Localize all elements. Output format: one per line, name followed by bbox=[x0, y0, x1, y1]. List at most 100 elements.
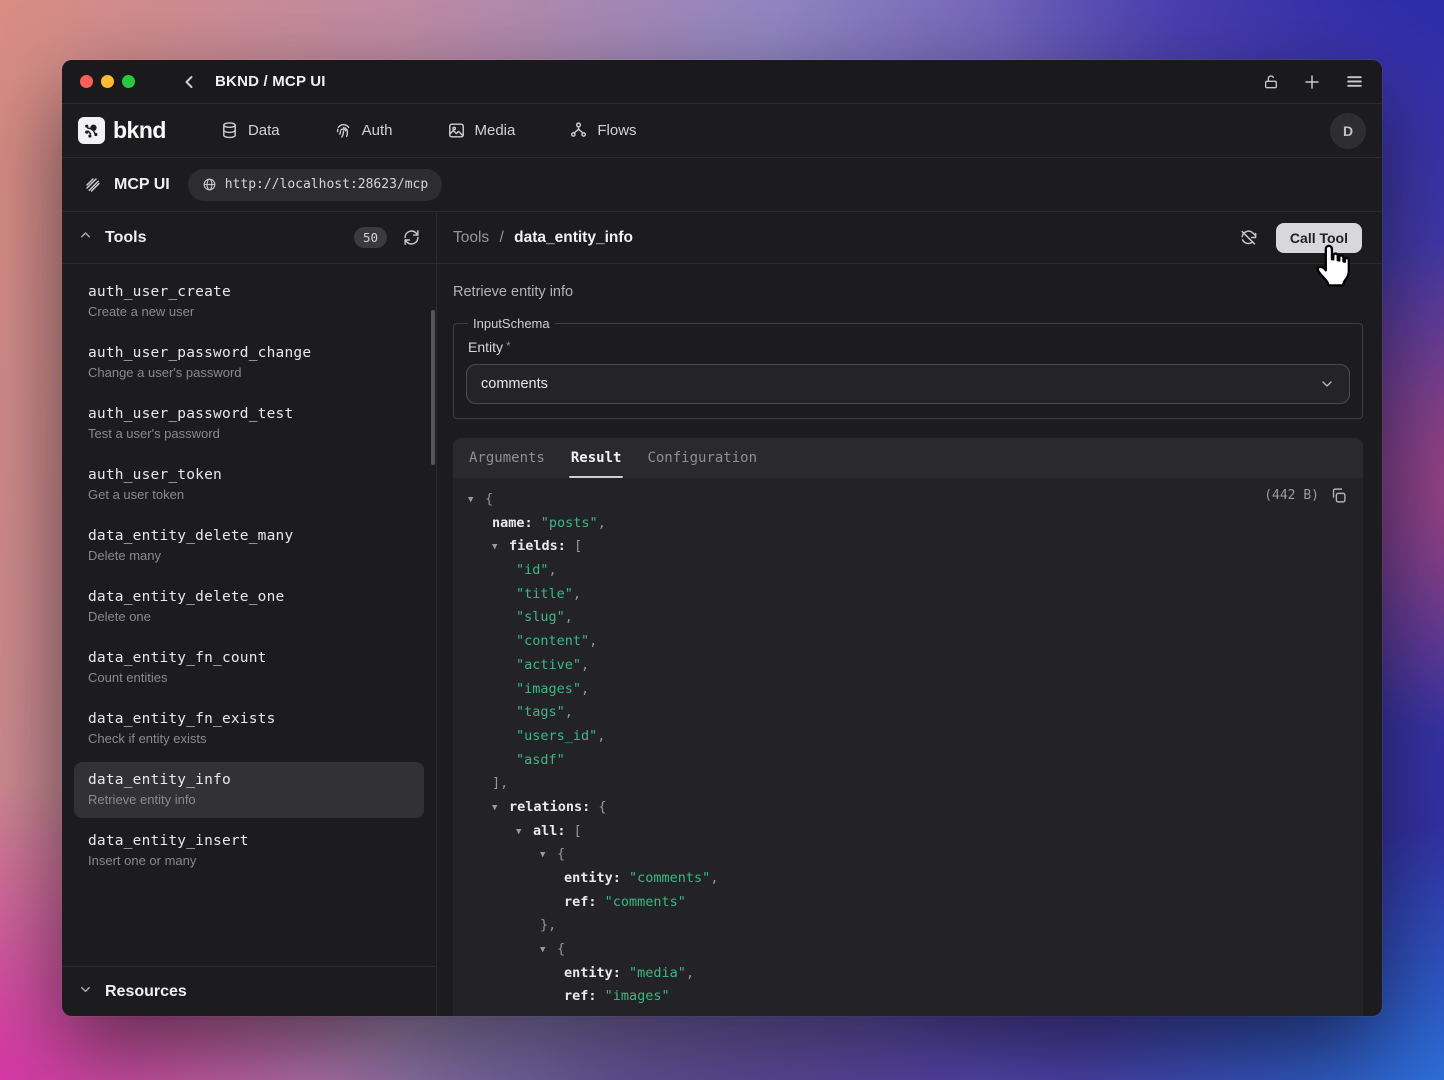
input-schema-fieldset: InputSchema Entity* comments bbox=[453, 316, 1363, 419]
tool-name: data_entity_delete_one bbox=[88, 589, 410, 605]
tool-name: data_entity_fn_exists bbox=[88, 711, 410, 727]
tool-name: auth_user_token bbox=[88, 467, 410, 483]
sidebar-scrollbar[interactable] bbox=[431, 310, 435, 465]
back-button[interactable] bbox=[179, 72, 199, 92]
sidebar-tool-item-auth_user_password_change[interactable]: auth_user_password_changeChange a user's… bbox=[74, 335, 424, 391]
collapse-toggle-icon[interactable]: ▼ bbox=[492, 536, 509, 560]
sidebar-tool-item-auth_user_create[interactable]: auth_user_create Create a new user bbox=[74, 274, 424, 330]
sidebar-tool-item-data_entity_info[interactable]: data_entity_info Retrieve entity info bbox=[74, 762, 424, 818]
tool-description: Insert one or many bbox=[88, 853, 410, 868]
tool-name: auth_user_password_change bbox=[88, 345, 410, 361]
flow-icon bbox=[569, 121, 588, 140]
json-line: ▼{ bbox=[453, 488, 1363, 512]
json-line: ▼fields: [ bbox=[453, 535, 1363, 559]
sidebar-tool-item-auth_user_token[interactable]: auth_user_token Get a user token bbox=[74, 457, 424, 513]
collapse-toggle-icon[interactable]: ▼ bbox=[540, 939, 557, 963]
image-icon bbox=[447, 121, 466, 140]
traffic-lights bbox=[80, 75, 135, 88]
tab-strip: ArgumentsResultConfiguration bbox=[453, 438, 1363, 478]
title-bar: BKND / MCP UI bbox=[62, 60, 1382, 104]
tool-name: auth_user_password_test bbox=[88, 406, 410, 422]
nav-item-data[interactable]: Data bbox=[220, 121, 280, 140]
tool-name: data_entity_delete_many bbox=[88, 528, 410, 544]
tool-description: Delete many bbox=[88, 548, 410, 563]
refresh-tools-icon[interactable] bbox=[403, 229, 420, 246]
minimize-window-button[interactable] bbox=[101, 75, 114, 88]
json-line: "content", bbox=[453, 630, 1363, 654]
tool-name: data_entity_info bbox=[88, 772, 410, 788]
mcp-url-pill[interactable]: http://localhost:28623/mcp bbox=[188, 169, 443, 201]
entity-select-value: comments bbox=[481, 376, 548, 392]
call-tool-button[interactable]: Call Tool bbox=[1276, 223, 1362, 253]
nav-item-auth[interactable]: Auth bbox=[334, 121, 393, 140]
tool-name: auth_user_create bbox=[88, 284, 410, 300]
collapse-toggle-icon[interactable]: ▼ bbox=[492, 797, 509, 821]
collapse-toggle-icon[interactable]: ▼ bbox=[516, 821, 533, 845]
collapse-toggle-icon[interactable]: ▼ bbox=[540, 844, 557, 868]
chevron-down-icon bbox=[78, 982, 93, 1002]
collapse-toggle-icon[interactable]: ▼ bbox=[468, 489, 485, 513]
tool-description: Retrieve entity info bbox=[88, 792, 410, 807]
copy-icon[interactable] bbox=[1330, 487, 1347, 504]
fingerprint-icon bbox=[334, 121, 353, 140]
json-line: "id", bbox=[453, 559, 1363, 583]
tools-count-badge: 50 bbox=[354, 227, 387, 248]
entity-select[interactable]: comments bbox=[466, 364, 1350, 404]
json-line: ▼{ bbox=[453, 843, 1363, 867]
desktop-background: { "colors": { "string_green": "#3bb981",… bbox=[0, 0, 1444, 1080]
menu-hamburger-icon[interactable] bbox=[1345, 72, 1364, 91]
result-size-label: (442 B) bbox=[1264, 488, 1319, 503]
resources-section-header[interactable]: Resources bbox=[62, 966, 436, 1016]
breadcrumb: Tools / data_entity_info bbox=[453, 229, 633, 247]
tool-description: Get a user token bbox=[88, 487, 410, 502]
nav-item-media[interactable]: Media bbox=[447, 121, 516, 140]
breadcrumb-current: data_entity_info bbox=[514, 229, 633, 246]
mcp-icon bbox=[84, 176, 102, 194]
app-navbar: bknd Data Auth Media Flows D bbox=[62, 104, 1382, 158]
tool-detail-header: Tools / data_entity_info Call Tool bbox=[437, 212, 1382, 264]
sidebar-tool-item-data_entity_fn_exists[interactable]: data_entity_fn_existsCheck if entity exi… bbox=[74, 701, 424, 757]
sidebar-tool-item-data_entity_delete_one[interactable]: data_entity_delete_one Delete one bbox=[74, 579, 424, 635]
app-window: BKND / MCP UI bknd Data bbox=[62, 60, 1382, 1016]
breadcrumb-section[interactable]: Tools bbox=[453, 229, 489, 246]
sidebar-tool-item-data_entity_fn_count[interactable]: data_entity_fn_countCount entities bbox=[74, 640, 424, 696]
json-line: "asdf" bbox=[453, 749, 1363, 773]
tool-list: auth_user_createCreate a new userauth_us… bbox=[62, 264, 436, 966]
window-title: BKND / MCP UI bbox=[215, 73, 326, 90]
mcp-page-title: MCP UI bbox=[114, 176, 170, 194]
sidebar-tool-item-data_entity_delete_many[interactable]: data_entity_delete_many Delete many bbox=[74, 518, 424, 574]
brand[interactable]: bknd bbox=[78, 117, 166, 144]
tool-description: Test a user's password bbox=[88, 426, 410, 441]
nav-item-flows[interactable]: Flows bbox=[569, 121, 636, 140]
json-line: ref: "comments" bbox=[453, 891, 1363, 915]
tab-arguments[interactable]: Arguments bbox=[456, 438, 558, 478]
new-tab-plus-icon[interactable] bbox=[1303, 73, 1321, 91]
tools-section-header[interactable]: Tools 50 bbox=[62, 212, 436, 264]
lock-open-icon[interactable] bbox=[1263, 74, 1279, 90]
user-avatar[interactable]: D bbox=[1330, 113, 1366, 149]
tab-configuration[interactable]: Configuration bbox=[634, 438, 770, 478]
tool-description: Delete one bbox=[88, 609, 410, 624]
resources-title: Resources bbox=[105, 983, 187, 1001]
json-line: name: "posts", bbox=[453, 512, 1363, 536]
tool-description: Create a new user bbox=[88, 304, 410, 319]
sidebar-tool-item-data_entity_insert[interactable]: data_entity_insertInsert one or many bbox=[74, 823, 424, 879]
tools-sidebar: Tools 50 auth_user_create Create a new us… bbox=[62, 212, 437, 1016]
tool-name: data_entity_fn_count bbox=[88, 650, 410, 666]
chevron-up-icon bbox=[78, 228, 93, 248]
mcp-url: http://localhost:28623/mcp bbox=[225, 177, 429, 192]
json-line: "tags", bbox=[453, 701, 1363, 725]
sidebar-tool-item-auth_user_password_test[interactable]: auth_user_password_test Test a user's pas… bbox=[74, 396, 424, 452]
globe-icon bbox=[202, 177, 217, 192]
json-line: ], bbox=[453, 772, 1363, 796]
json-line: "users_id", bbox=[453, 725, 1363, 749]
tool-detail-panel: Tools / data_entity_info Call Tool Retri… bbox=[437, 212, 1382, 1016]
tools-title: Tools bbox=[105, 229, 146, 247]
auto-refresh-off-icon[interactable] bbox=[1239, 228, 1258, 247]
json-line: "active", bbox=[453, 654, 1363, 678]
json-line: entity: "comments", bbox=[453, 867, 1363, 891]
json-line: ▼relations: { bbox=[453, 796, 1363, 820]
close-window-button[interactable] bbox=[80, 75, 93, 88]
maximize-window-button[interactable] bbox=[122, 75, 135, 88]
tab-result[interactable]: Result bbox=[558, 438, 635, 478]
